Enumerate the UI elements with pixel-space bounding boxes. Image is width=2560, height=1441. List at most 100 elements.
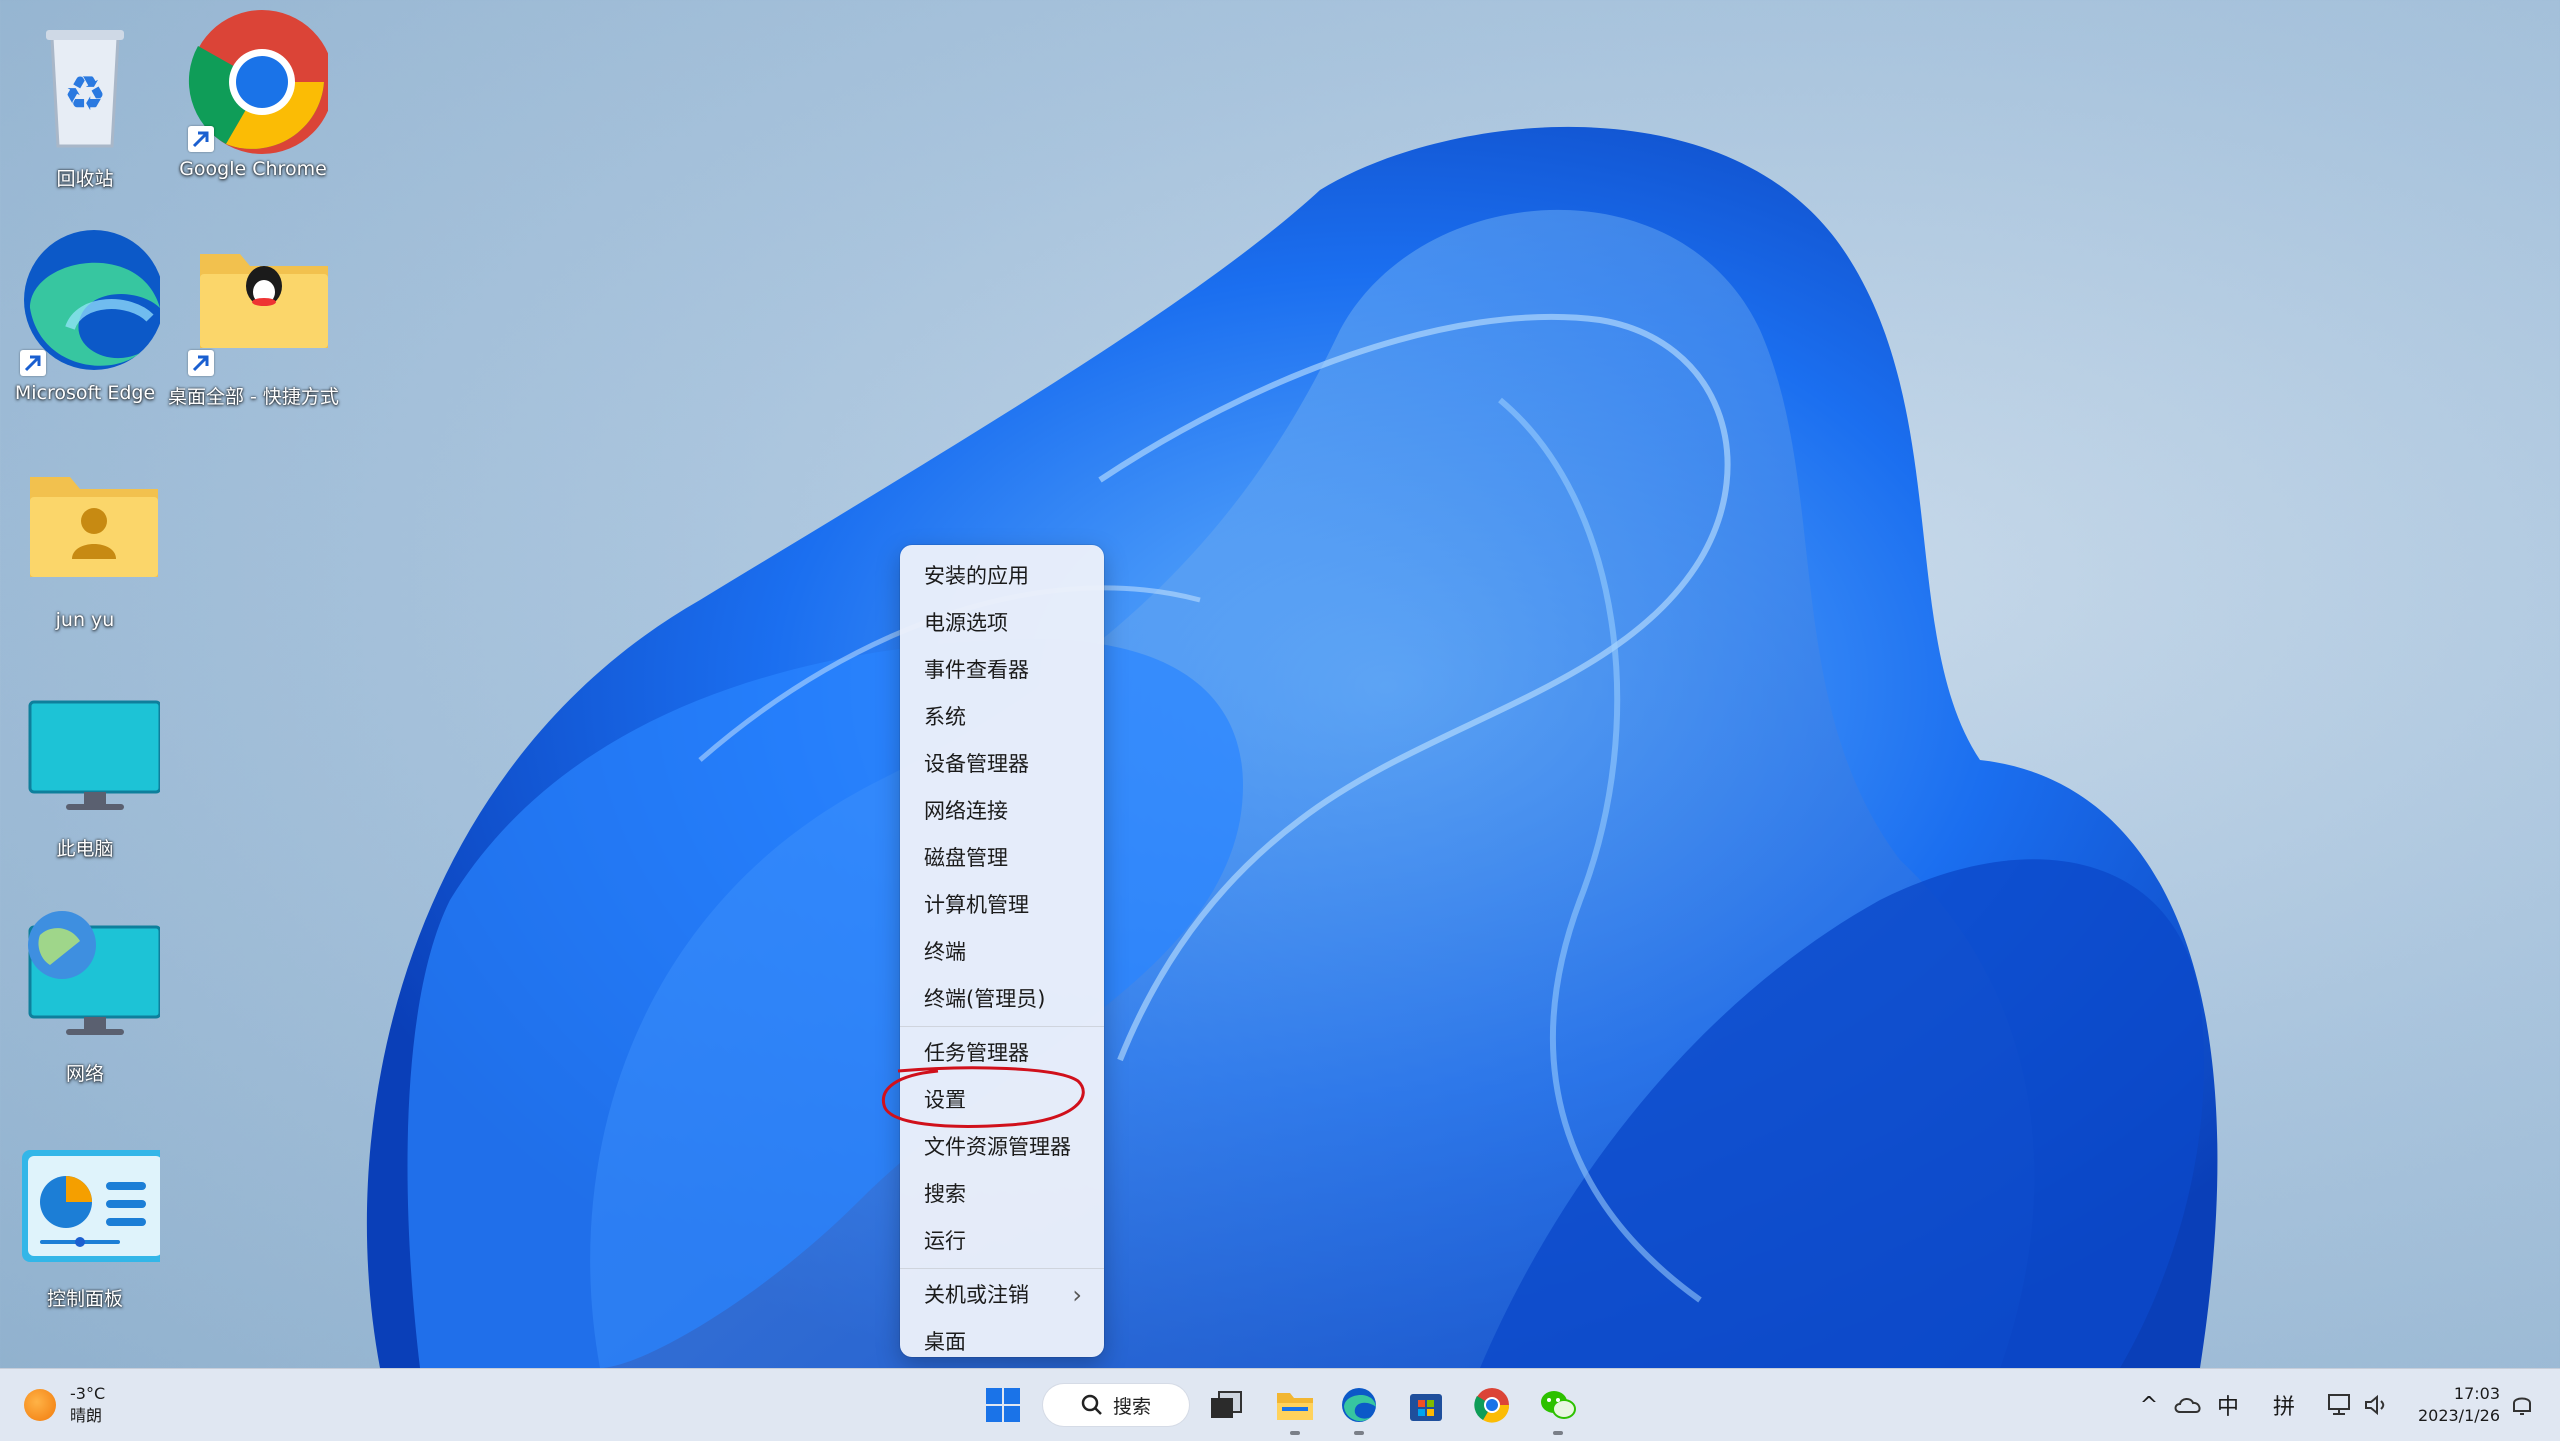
- menu-item-file-explorer[interactable]: 文件资源管理器: [900, 1124, 1104, 1171]
- menu-item-power-options[interactable]: 电源选项: [900, 600, 1104, 647]
- tray-ime-mode[interactable]: 拼: [2266, 1369, 2302, 1441]
- menu-item-computer-management[interactable]: 计算机管理: [900, 882, 1104, 929]
- weather-text: -3°C 晴朗: [70, 1383, 105, 1427]
- volume-icon: [2365, 1394, 2385, 1416]
- menu-item-label: 事件查看器: [924, 658, 1029, 682]
- menu-item-event-viewer[interactable]: 事件查看器: [900, 647, 1104, 694]
- desktop-icon-label: 回收站: [56, 168, 114, 190]
- desktop-icon-label: Google Chrome: [179, 158, 327, 180]
- menu-item-run[interactable]: 运行: [900, 1218, 1104, 1265]
- network-icon: [10, 905, 162, 1055]
- user-folder-icon: [10, 455, 160, 605]
- menu-item-terminal[interactable]: 终端: [900, 929, 1104, 976]
- weather-temp: -3°C: [70, 1384, 106, 1403]
- menu-item-label: 计算机管理: [924, 893, 1029, 917]
- shortcut-arrow-icon: [188, 126, 214, 152]
- menu-item-label: 运行: [924, 1229, 966, 1253]
- winx-context-menu: 安装的应用 电源选项 事件查看器 系统 设备管理器 网络连接 磁盘管理 计算机管…: [900, 545, 1104, 1357]
- menu-item-label: 文件资源管理器: [924, 1135, 1071, 1159]
- control-panel-icon: [10, 1130, 168, 1280]
- menu-item-label: 关机或注销: [924, 1283, 1029, 1307]
- sun-icon: [24, 1389, 56, 1421]
- clock-date: 2023/1/26: [2417, 1406, 2500, 1425]
- search-label: 搜索: [1112, 1395, 1151, 1418]
- running-indicator: [1354, 1431, 1364, 1435]
- edge-icon: [1342, 1388, 1376, 1422]
- taskbar-clock[interactable]: 17:03 2023/1/26: [2390, 1369, 2500, 1441]
- notification-button[interactable]: [2504, 1369, 2540, 1441]
- tray-network[interactable]: [2320, 1369, 2360, 1441]
- tray-ime-language[interactable]: 中: [2210, 1369, 2246, 1441]
- menu-item-label: 安装的应用: [924, 564, 1029, 588]
- ime-mode-label: 拼: [2272, 1395, 2295, 1420]
- ime-language-label: 中: [2216, 1395, 2239, 1420]
- taskbar-file-explorer[interactable]: [1267, 1369, 1323, 1441]
- running-indicator: [1290, 1431, 1300, 1435]
- menu-separator: [900, 1026, 1104, 1027]
- chrome-icon: [1474, 1388, 1510, 1423]
- desktop-icon-this-pc[interactable]: 此电脑: [0, 680, 170, 861]
- menu-separator: [900, 1268, 1104, 1269]
- monitor-icon: [10, 680, 162, 830]
- desktop-icon-network[interactable]: 网络: [0, 905, 170, 1086]
- desktop-icon-user-folder[interactable]: jun yu: [0, 455, 170, 631]
- edge-icon: [10, 228, 164, 378]
- menu-item-label: 终端: [924, 940, 966, 964]
- menu-item-label: 系统: [924, 705, 966, 729]
- desktop-icon-label: 控制面板: [46, 1288, 123, 1310]
- weather-widget[interactable]: -3°C 晴朗: [24, 1369, 134, 1441]
- search-icon: [1081, 1394, 1102, 1415]
- recycle-bin-icon: ♻: [10, 10, 160, 160]
- menu-item-label: 终端(管理员): [924, 987, 1046, 1011]
- desktop-icon-google-chrome[interactable]: Google Chrome: [168, 4, 338, 180]
- shortcut-arrow-icon: [20, 350, 46, 376]
- menu-item-label: 磁盘管理: [924, 846, 1008, 870]
- chevron-up-icon: ^: [2139, 1392, 2159, 1418]
- taskbar-chrome[interactable]: [1464, 1369, 1520, 1441]
- menu-item-shutdown-signout[interactable]: 关机或注销 ›: [900, 1272, 1104, 1319]
- desktop-icon-control-panel[interactable]: 控制面板: [0, 1130, 170, 1311]
- taskbar-wechat[interactable]: [1530, 1369, 1586, 1441]
- menu-item-label: 电源选项: [924, 611, 1008, 635]
- clock-time: 17:03: [2453, 1384, 2500, 1403]
- desktop-icon-label: jun yu: [55, 609, 115, 631]
- store-icon: [1410, 1394, 1442, 1421]
- tray-onedrive[interactable]: [2168, 1369, 2208, 1441]
- menu-item-system[interactable]: 系统: [900, 694, 1104, 741]
- menu-item-network-connections[interactable]: 网络连接: [900, 788, 1104, 835]
- menu-item-search[interactable]: 搜索: [900, 1171, 1104, 1218]
- weather-condition: 晴朗: [70, 1406, 103, 1425]
- taskbar-edge[interactable]: [1331, 1369, 1387, 1441]
- tray-overflow-button[interactable]: ^: [2132, 1369, 2166, 1441]
- task-view-button[interactable]: [1198, 1369, 1254, 1441]
- menu-item-device-manager[interactable]: 设备管理器: [900, 741, 1104, 788]
- menu-item-disk-management[interactable]: 磁盘管理: [900, 835, 1104, 882]
- taskbar-search[interactable]: 搜索: [1043, 1384, 1189, 1426]
- menu-item-installed-apps[interactable]: 安装的应用: [900, 553, 1104, 600]
- desktop-icon-label: 网络: [65, 1063, 104, 1085]
- desktop[interactable]: ♻ 回收站 Google Chrome Microsoft Edge 桌面全部 …: [0, 0, 2560, 1368]
- desktop-icon-label: 此电脑: [56, 838, 114, 860]
- menu-item-desktop[interactable]: 桌面: [900, 1319, 1104, 1366]
- taskbar-store[interactable]: [1398, 1369, 1454, 1441]
- menu-item-label: 设备管理器: [924, 752, 1029, 776]
- chevron-right-icon: ›: [1072, 1281, 1082, 1309]
- bell-icon: [2513, 1397, 2531, 1415]
- network-status-icon: [2328, 1394, 2350, 1415]
- file-explorer-icon: [1277, 1393, 1313, 1420]
- wechat-icon: [1541, 1391, 1576, 1419]
- desktop-icon-label: 桌面全部 - 快捷方式: [168, 386, 339, 408]
- running-indicator: [1553, 1431, 1563, 1435]
- desktop-icon-microsoft-edge[interactable]: Microsoft Edge: [0, 228, 170, 404]
- menu-item-label: 搜索: [924, 1182, 966, 1206]
- taskbar: -3°C 晴朗 搜索 ^ 中 拼 17:03 2023/1/26: [0, 1368, 2560, 1441]
- desktop-icon-desktop-shortcut[interactable]: 桌面全部 - 快捷方式: [168, 228, 339, 409]
- menu-item-terminal-admin[interactable]: 终端(管理员): [900, 976, 1104, 1023]
- desktop-icon-recycle-bin[interactable]: ♻ 回收站: [0, 10, 170, 191]
- qq-folder-icon: [178, 228, 328, 378]
- windows-logo-icon: [986, 1388, 1020, 1422]
- start-button[interactable]: [975, 1369, 1031, 1441]
- wallpaper-bloom: [366, 126, 2218, 1368]
- menu-item-label: 任务管理器: [924, 1041, 1029, 1065]
- shortcut-arrow-icon: [188, 350, 214, 376]
